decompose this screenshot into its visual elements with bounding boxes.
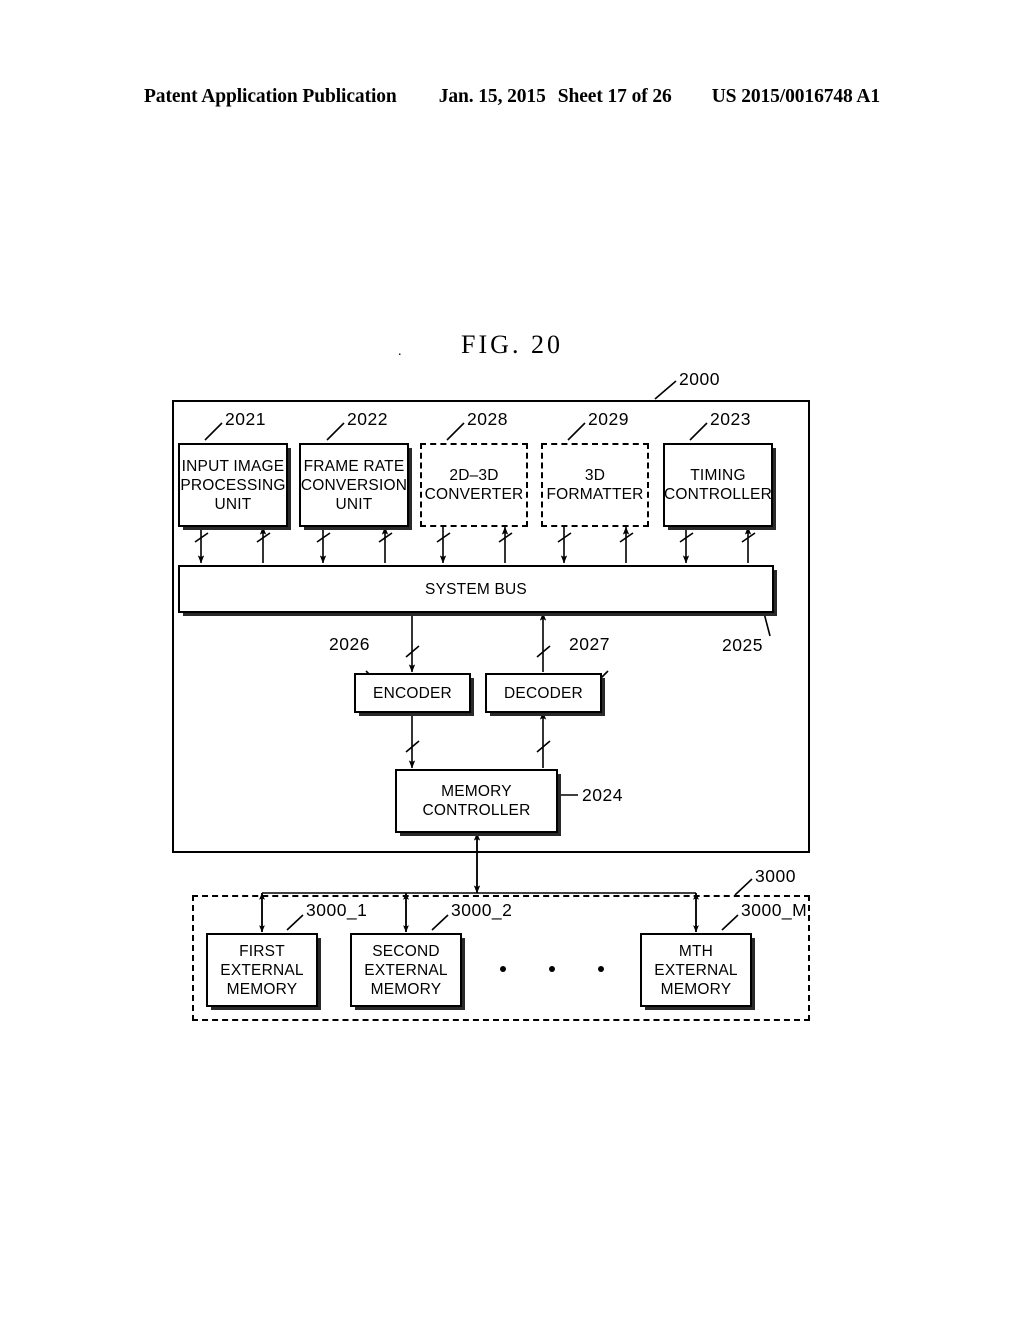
block-label-line: DECODER [504,684,583,702]
block-label-line: EXTERNAL [654,961,738,979]
ellipsis-dot [500,966,506,972]
block-encoder[interactable]: ENCODER [354,673,471,713]
ref-2021: 2021 [225,409,266,429]
ref-2022: 2022 [347,409,388,429]
block-label-line: PROCESSING [180,476,286,494]
block-label-line: CONVERSION [300,476,408,494]
ref-3000: 3000 [755,866,796,886]
block-label-line: MEMORY [441,783,512,800]
ref-3000-1: 3000_1 [306,900,368,920]
block-3d-formatter[interactable]: 3D FORMATTER [541,443,649,527]
block-label-line: 3D [584,467,606,484]
block-label-line: EXTERNAL [220,961,304,979]
ref-2029: 2029 [588,409,629,429]
block-label-line: CONTROLLER [422,802,531,819]
block-mth-external-memory[interactable]: MTH EXTERNAL MEMORY [640,933,752,1007]
block-label-line: SYSTEM BUS [425,580,527,598]
ellipsis-dot [598,966,604,972]
block-label-line: MEMORY [226,980,298,998]
ref-2028: 2028 [467,409,508,429]
block-timing-controller[interactable]: TIMING CONTROLLER [663,443,773,527]
block-system-bus[interactable]: SYSTEM BUS [178,565,774,613]
block-label-line: 2D–3D [449,467,499,484]
block-label-line: FORMATTER [546,486,644,503]
block-label-line: UNIT [335,495,373,513]
ref-2026: 2026 [329,634,370,654]
block-label-line: MTH [678,942,714,960]
ellipsis-indicator [500,966,604,972]
block-label-line: ENCODER [373,684,452,702]
block-label-line: TIMING [690,467,746,484]
ref-2025: 2025 [722,635,763,655]
block-label-line: UNIT [214,495,252,513]
ref-2024: 2024 [582,785,623,805]
ref-2000: 2000 [679,369,720,389]
block-label-line: MEMORY [370,980,442,998]
block-frame-rate-conversion-unit[interactable]: FRAME RATE CONVERSION UNIT [299,443,409,527]
block-decoder[interactable]: DECODER [485,673,602,713]
block-label-line: SECOND [372,942,440,960]
block-label-line: CONTROLLER [664,486,772,503]
block-first-external-memory[interactable]: FIRST EXTERNAL MEMORY [206,933,318,1007]
block-label-line: EXTERNAL [364,961,448,979]
block-memory-controller[interactable]: MEMORY CONTROLLER [395,769,558,833]
block-2d-3d-converter[interactable]: 2D–3D CONVERTER [420,443,528,527]
block-label-line: FIRST [239,942,285,960]
block-second-external-memory[interactable]: SECOND EXTERNAL MEMORY [350,933,462,1007]
ref-3000-m: 3000_M [741,900,808,920]
ellipsis-dot [549,966,555,972]
block-label-line: INPUT IMAGE [181,457,285,475]
ref-2027: 2027 [569,634,610,654]
block-label-line: MEMORY [660,980,732,998]
block-input-image-processing-unit[interactable]: INPUT IMAGE PROCESSING UNIT [178,443,288,527]
ref-2023: 2023 [710,409,751,429]
block-label-line: FRAME RATE [303,457,405,475]
ref-3000-2: 3000_2 [451,900,513,920]
block-label-line: CONVERTER [424,486,524,503]
figure-20-block-diagram: 2000 INPUT IMAGE PROCESSING UNIT 2021 FR… [0,0,1024,1320]
